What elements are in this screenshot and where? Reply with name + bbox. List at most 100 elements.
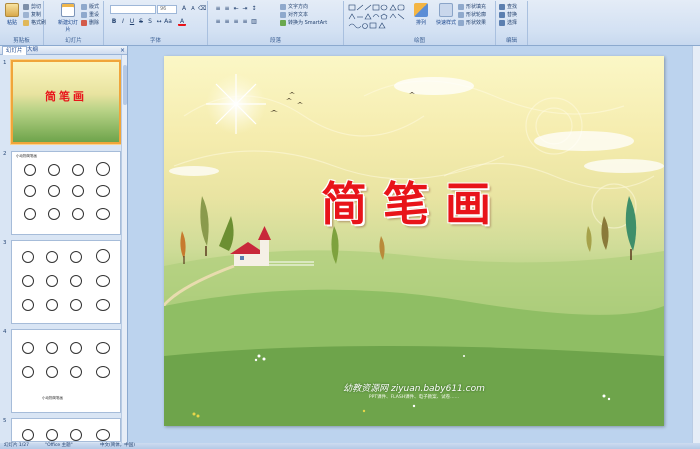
- align-text-button[interactable]: 对齐文本: [280, 11, 308, 19]
- drawing-group: 排列 快速样式 形状填充 形状轮廓 形状效果 绘图: [344, 1, 496, 45]
- theme-name: "Office 主题": [45, 443, 73, 448]
- italic-icon[interactable]: I: [119, 18, 127, 26]
- layout-button[interactable]: 版式: [81, 3, 99, 11]
- effects-icon: [458, 19, 464, 26]
- thumbnail-number: 1: [3, 60, 7, 66]
- format-painter-button[interactable]: 格式刷: [23, 19, 46, 27]
- delete-button[interactable]: 删除: [81, 19, 99, 27]
- clear-format-icon[interactable]: ⌫: [198, 5, 206, 13]
- sketch-circle: [46, 342, 58, 354]
- columns-icon[interactable]: ▥: [250, 18, 258, 26]
- sketch-circle: [72, 164, 84, 176]
- thumbnail-caption: 小动物简笔画: [42, 396, 63, 400]
- font-group-label: 字体: [149, 38, 161, 44]
- paste-button[interactable]: 粘贴: [1, 3, 23, 33]
- font-size-combo[interactable]: 96: [157, 5, 177, 14]
- change-case-icon[interactable]: Aa: [164, 18, 172, 26]
- status-bar: 幻灯片 1/27 "Office 主题" 中文(简体，中国): [0, 443, 700, 449]
- thumbnail-number: 4: [3, 329, 7, 335]
- slide-thumbnail-2[interactable]: 小动物简笔画: [11, 151, 121, 235]
- paste-icon: [5, 3, 19, 17]
- smartart-button[interactable]: 转换为 SmartArt: [280, 19, 327, 27]
- sketch-circle: [48, 185, 60, 197]
- reset-button[interactable]: 重设: [81, 11, 99, 19]
- paragraph-group-label: 段落: [269, 38, 281, 44]
- copy-button[interactable]: 复制: [23, 11, 41, 19]
- sketch-circle: [70, 275, 82, 287]
- bullets-icon[interactable]: ≡: [214, 5, 222, 13]
- bold-icon[interactable]: B: [110, 18, 118, 26]
- drawing-group-label: 绘图: [413, 38, 425, 44]
- strikethrough-icon[interactable]: S: [137, 18, 145, 26]
- scroll-thumb[interactable]: [123, 65, 127, 105]
- font-group: 96 A A ⌫ B I U S S ↔ Aa A 字体: [104, 1, 208, 45]
- clipboard-group: 粘贴 剪切 复制 格式刷 剪贴板: [0, 1, 46, 45]
- shape-fill-button[interactable]: 形状填充: [458, 3, 486, 11]
- slides-panel: 幻灯片 大纲 × 1 简笔画 2 小动物简笔画 3 4 小动物简笔画 5: [0, 46, 128, 443]
- slide-thumbnail-5[interactable]: [11, 418, 121, 442]
- slide-editor: 简笔画 幼教资源网 ziyuan.baby611.com PPT课件、FLASH…: [129, 46, 700, 443]
- slide-thumbnail-4[interactable]: 小动物简笔画: [11, 329, 121, 413]
- sketch-circle: [96, 299, 110, 311]
- scissors-icon: [23, 3, 29, 10]
- arrange-button[interactable]: 排列: [410, 3, 432, 33]
- align-right-icon[interactable]: ≡: [232, 18, 240, 26]
- editing-group: 查找 替换 选择 编辑: [496, 1, 528, 45]
- spacing-icon[interactable]: ↔: [155, 18, 163, 26]
- sketch-circle: [72, 185, 84, 197]
- sketch-circle: [46, 366, 58, 378]
- line-spacing-icon[interactable]: ↕: [250, 5, 258, 13]
- font-color-icon[interactable]: A: [178, 18, 186, 26]
- sketch-circle: [46, 429, 58, 441]
- sketch-circle: [22, 342, 34, 354]
- thumbnail-number: 3: [3, 240, 7, 246]
- select-button[interactable]: 选择: [499, 19, 517, 27]
- justify-icon[interactable]: ≡: [241, 18, 249, 26]
- shadow-icon[interactable]: S: [146, 18, 154, 26]
- shape-effects-button[interactable]: 形状效果: [458, 19, 486, 27]
- grow-font-icon[interactable]: A: [180, 5, 188, 13]
- increase-indent-icon[interactable]: ⇥: [241, 5, 249, 13]
- underline-icon[interactable]: U: [128, 18, 136, 26]
- sketch-circle: [96, 366, 110, 378]
- slide-title[interactable]: 简笔画: [164, 168, 664, 234]
- cut-button[interactable]: 剪切: [23, 3, 41, 11]
- sketch-circle: [70, 429, 82, 441]
- sketch-circle: [48, 208, 60, 220]
- clipboard-group-label: 剪贴板: [13, 38, 30, 44]
- pen-icon: [458, 11, 464, 18]
- panel-tabs: 幻灯片 大纲 ×: [0, 46, 127, 55]
- paragraph-group: ≡ ≡ ⇤ ⇥ ↕ ≡ ≡ ≡ ≡ ▥ 文字方向 对齐文本 转换为 SmartA…: [208, 1, 344, 45]
- sketch-circle: [96, 162, 110, 176]
- slide-thumbnail-1[interactable]: 简笔画: [11, 60, 121, 144]
- quick-styles-icon: [439, 3, 453, 17]
- shape-outline-button[interactable]: 形状轮廓: [458, 11, 486, 19]
- panel-scrollbar[interactable]: [121, 55, 127, 443]
- slides-group-label: 幻灯片: [65, 38, 82, 44]
- find-button[interactable]: 查找: [499, 3, 517, 11]
- numbering-icon[interactable]: ≡: [223, 5, 231, 13]
- sketch-circle: [72, 208, 84, 220]
- new-slide-button[interactable]: 新建幻灯片: [56, 3, 80, 33]
- font-name-combo[interactable]: [110, 5, 156, 14]
- sketch-circle: [70, 366, 82, 378]
- shrink-font-icon[interactable]: A: [189, 5, 197, 13]
- copy-icon: [23, 11, 29, 18]
- decrease-indent-icon[interactable]: ⇤: [232, 5, 240, 13]
- close-icon[interactable]: ×: [120, 46, 125, 55]
- replace-button[interactable]: 替换: [499, 11, 517, 19]
- align-center-icon[interactable]: ≡: [223, 18, 231, 26]
- align-left-icon[interactable]: ≡: [214, 18, 222, 26]
- tab-slides[interactable]: 幻灯片: [2, 46, 27, 55]
- quick-styles-button[interactable]: 快速样式: [434, 3, 458, 33]
- replace-icon: [499, 11, 505, 18]
- shapes-gallery[interactable]: [348, 4, 406, 32]
- language-indicator[interactable]: 中文(简体，中国): [100, 443, 135, 449]
- slide-thumbnail-3[interactable]: [11, 240, 121, 324]
- tab-outline[interactable]: 大纲: [24, 46, 41, 55]
- thumbnail-caption: 小动物简笔画: [16, 154, 37, 158]
- slide-scrollbar[interactable]: [692, 46, 700, 443]
- text-direction-button[interactable]: 文字方向: [280, 3, 308, 11]
- slide-canvas[interactable]: 简笔画 幼教资源网 ziyuan.baby611.com PPT课件、FLASH…: [164, 56, 664, 426]
- ribbon: 粘贴 剪切 复制 格式刷 剪贴板 新建幻灯片 版式 重设 删除 幻灯片 96 A…: [0, 0, 700, 46]
